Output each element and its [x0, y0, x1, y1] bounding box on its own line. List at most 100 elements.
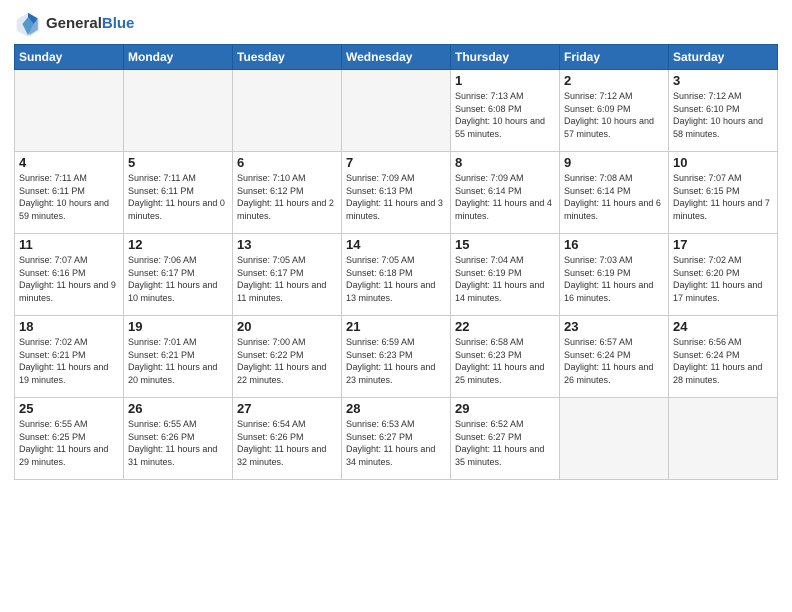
calendar-cell: 11 Sunrise: 7:07 AMSunset: 6:16 PMDayligh… — [15, 234, 124, 316]
day-info: Sunrise: 7:03 AMSunset: 6:19 PMDaylight:… — [564, 254, 664, 304]
day-info: Sunrise: 7:11 AMSunset: 6:11 PMDaylight:… — [19, 172, 119, 222]
calendar-table: SundayMondayTuesdayWednesdayThursdayFrid… — [14, 44, 778, 480]
day-header-sunday: Sunday — [15, 45, 124, 70]
day-info: Sunrise: 7:08 AMSunset: 6:14 PMDaylight:… — [564, 172, 664, 222]
calendar-cell: 6 Sunrise: 7:10 AMSunset: 6:12 PMDaylight… — [233, 152, 342, 234]
calendar-cell: 27 Sunrise: 6:54 AMSunset: 6:26 PMDayligh… — [233, 398, 342, 480]
day-info: Sunrise: 6:54 AMSunset: 6:26 PMDaylight:… — [237, 418, 337, 468]
day-info: Sunrise: 6:57 AMSunset: 6:24 PMDaylight:… — [564, 336, 664, 386]
day-info: Sunrise: 7:07 AMSunset: 6:15 PMDaylight:… — [673, 172, 773, 222]
calendar-cell: 20 Sunrise: 7:00 AMSunset: 6:22 PMDayligh… — [233, 316, 342, 398]
calendar-cell: 12 Sunrise: 7:06 AMSunset: 6:17 PMDayligh… — [124, 234, 233, 316]
day-number: 23 — [564, 319, 664, 334]
day-number: 13 — [237, 237, 337, 252]
calendar-cell — [669, 398, 778, 480]
day-info: Sunrise: 7:11 AMSunset: 6:11 PMDaylight:… — [128, 172, 228, 222]
day-header-friday: Friday — [560, 45, 669, 70]
day-number: 4 — [19, 155, 119, 170]
day-info: Sunrise: 7:05 AMSunset: 6:17 PMDaylight:… — [237, 254, 337, 304]
day-info: Sunrise: 7:05 AMSunset: 6:18 PMDaylight:… — [346, 254, 446, 304]
day-number: 21 — [346, 319, 446, 334]
day-number: 28 — [346, 401, 446, 416]
calendar-cell — [124, 70, 233, 152]
day-number: 22 — [455, 319, 555, 334]
day-info: Sunrise: 6:55 AMSunset: 6:25 PMDaylight:… — [19, 418, 119, 468]
logo-text: GeneralBlue — [46, 16, 134, 33]
day-header-wednesday: Wednesday — [342, 45, 451, 70]
page-header: GeneralBlue — [14, 10, 778, 38]
day-number: 29 — [455, 401, 555, 416]
day-number: 24 — [673, 319, 773, 334]
day-number: 8 — [455, 155, 555, 170]
calendar-cell — [342, 70, 451, 152]
day-info: Sunrise: 6:58 AMSunset: 6:23 PMDaylight:… — [455, 336, 555, 386]
calendar-cell — [233, 70, 342, 152]
day-header-tuesday: Tuesday — [233, 45, 342, 70]
day-header-thursday: Thursday — [451, 45, 560, 70]
day-header-saturday: Saturday — [669, 45, 778, 70]
calendar-cell: 25 Sunrise: 6:55 AMSunset: 6:25 PMDayligh… — [15, 398, 124, 480]
day-info: Sunrise: 7:02 AMSunset: 6:20 PMDaylight:… — [673, 254, 773, 304]
day-info: Sunrise: 7:09 AMSunset: 6:14 PMDaylight:… — [455, 172, 555, 222]
day-info: Sunrise: 7:04 AMSunset: 6:19 PMDaylight:… — [455, 254, 555, 304]
calendar-cell — [560, 398, 669, 480]
day-number: 10 — [673, 155, 773, 170]
day-info: Sunrise: 7:13 AMSunset: 6:08 PMDaylight:… — [455, 90, 555, 140]
calendar-cell: 4 Sunrise: 7:11 AMSunset: 6:11 PMDaylight… — [15, 152, 124, 234]
day-info: Sunrise: 7:00 AMSunset: 6:22 PMDaylight:… — [237, 336, 337, 386]
calendar-cell: 24 Sunrise: 6:56 AMSunset: 6:24 PMDayligh… — [669, 316, 778, 398]
logo: GeneralBlue — [14, 10, 134, 38]
calendar-cell: 19 Sunrise: 7:01 AMSunset: 6:21 PMDayligh… — [124, 316, 233, 398]
day-number: 14 — [346, 237, 446, 252]
day-info: Sunrise: 7:10 AMSunset: 6:12 PMDaylight:… — [237, 172, 337, 222]
day-number: 19 — [128, 319, 228, 334]
day-number: 5 — [128, 155, 228, 170]
calendar-cell: 10 Sunrise: 7:07 AMSunset: 6:15 PMDayligh… — [669, 152, 778, 234]
day-number: 15 — [455, 237, 555, 252]
calendar-cell: 5 Sunrise: 7:11 AMSunset: 6:11 PMDaylight… — [124, 152, 233, 234]
calendar-cell: 18 Sunrise: 7:02 AMSunset: 6:21 PMDayligh… — [15, 316, 124, 398]
calendar-cell: 26 Sunrise: 6:55 AMSunset: 6:26 PMDayligh… — [124, 398, 233, 480]
day-number: 16 — [564, 237, 664, 252]
calendar-cell: 9 Sunrise: 7:08 AMSunset: 6:14 PMDaylight… — [560, 152, 669, 234]
calendar-cell: 23 Sunrise: 6:57 AMSunset: 6:24 PMDayligh… — [560, 316, 669, 398]
day-info: Sunrise: 7:01 AMSunset: 6:21 PMDaylight:… — [128, 336, 228, 386]
day-number: 9 — [564, 155, 664, 170]
calendar-cell: 1 Sunrise: 7:13 AMSunset: 6:08 PMDaylight… — [451, 70, 560, 152]
day-info: Sunrise: 6:56 AMSunset: 6:24 PMDaylight:… — [673, 336, 773, 386]
day-number: 3 — [673, 73, 773, 88]
day-number: 6 — [237, 155, 337, 170]
day-number: 1 — [455, 73, 555, 88]
calendar-cell: 14 Sunrise: 7:05 AMSunset: 6:18 PMDayligh… — [342, 234, 451, 316]
day-number: 7 — [346, 155, 446, 170]
day-number: 18 — [19, 319, 119, 334]
calendar-cell — [15, 70, 124, 152]
day-number: 2 — [564, 73, 664, 88]
day-info: Sunrise: 7:06 AMSunset: 6:17 PMDaylight:… — [128, 254, 228, 304]
calendar-cell: 28 Sunrise: 6:53 AMSunset: 6:27 PMDayligh… — [342, 398, 451, 480]
day-header-monday: Monday — [124, 45, 233, 70]
day-number: 11 — [19, 237, 119, 252]
day-number: 26 — [128, 401, 228, 416]
day-info: Sunrise: 7:09 AMSunset: 6:13 PMDaylight:… — [346, 172, 446, 222]
day-info: Sunrise: 7:12 AMSunset: 6:10 PMDaylight:… — [673, 90, 773, 140]
day-number: 20 — [237, 319, 337, 334]
calendar-cell: 15 Sunrise: 7:04 AMSunset: 6:19 PMDayligh… — [451, 234, 560, 316]
calendar-cell: 8 Sunrise: 7:09 AMSunset: 6:14 PMDaylight… — [451, 152, 560, 234]
calendar-cell: 22 Sunrise: 6:58 AMSunset: 6:23 PMDayligh… — [451, 316, 560, 398]
day-info: Sunrise: 6:53 AMSunset: 6:27 PMDaylight:… — [346, 418, 446, 468]
day-number: 25 — [19, 401, 119, 416]
calendar-cell: 3 Sunrise: 7:12 AMSunset: 6:10 PMDaylight… — [669, 70, 778, 152]
logo-icon — [14, 10, 42, 38]
day-info: Sunrise: 6:52 AMSunset: 6:27 PMDaylight:… — [455, 418, 555, 468]
day-number: 27 — [237, 401, 337, 416]
day-info: Sunrise: 7:12 AMSunset: 6:09 PMDaylight:… — [564, 90, 664, 140]
calendar-cell: 13 Sunrise: 7:05 AMSunset: 6:17 PMDayligh… — [233, 234, 342, 316]
day-info: Sunrise: 7:07 AMSunset: 6:16 PMDaylight:… — [19, 254, 119, 304]
calendar-cell: 17 Sunrise: 7:02 AMSunset: 6:20 PMDayligh… — [669, 234, 778, 316]
day-info: Sunrise: 7:02 AMSunset: 6:21 PMDaylight:… — [19, 336, 119, 386]
day-number: 12 — [128, 237, 228, 252]
day-number: 17 — [673, 237, 773, 252]
day-info: Sunrise: 6:55 AMSunset: 6:26 PMDaylight:… — [128, 418, 228, 468]
calendar-cell: 7 Sunrise: 7:09 AMSunset: 6:13 PMDaylight… — [342, 152, 451, 234]
